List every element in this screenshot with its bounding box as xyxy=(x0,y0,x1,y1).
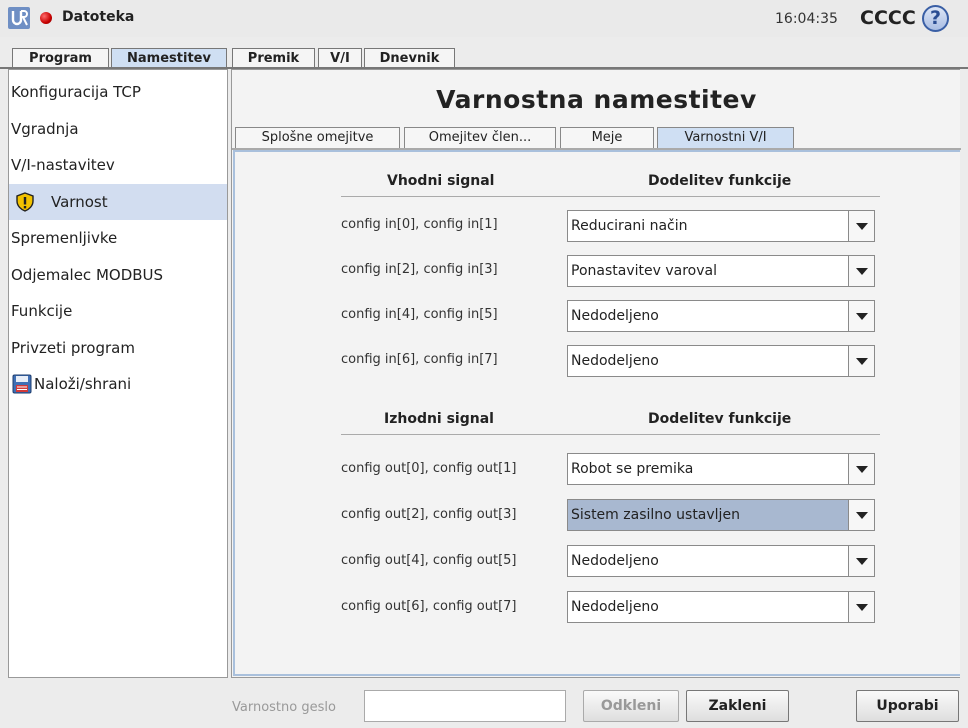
sidebar-item-spremenljivke[interactable]: Spremenljivke xyxy=(9,220,227,256)
input-signal-label: config in[6], config in[7] xyxy=(341,352,498,367)
input-function-header: Dodelitev funkcije xyxy=(648,173,792,189)
apply-button[interactable]: Uporabi xyxy=(856,690,959,722)
input-function-select[interactable]: Nedodeljeno xyxy=(567,345,875,377)
dropdown-arrow-icon[interactable] xyxy=(848,546,874,576)
output-signal-label: config out[0], config out[1] xyxy=(341,461,517,476)
unlock-button[interactable]: Odkleni xyxy=(583,690,679,722)
select-value: Reducirani način xyxy=(571,218,688,234)
select-value: Nedodeljeno xyxy=(571,599,659,615)
sidebar-item-label: Varnost xyxy=(51,193,108,211)
dropdown-arrow-icon[interactable] xyxy=(848,592,874,622)
sidebar-item-odjemalec-modbus[interactable]: Odjemalec MODBUS xyxy=(9,257,227,293)
file-menu[interactable]: Datoteka xyxy=(62,9,134,25)
sidebar-item-label: V/I-nastavitev xyxy=(11,156,115,174)
dropdown-arrow-icon[interactable] xyxy=(848,346,874,376)
password-label: Varnostno geslo xyxy=(232,700,336,715)
input-signal-header: Vhodni signal xyxy=(387,173,495,189)
floppy-disk-icon xyxy=(12,374,32,394)
help-icon[interactable]: ? xyxy=(922,5,949,32)
dropdown-arrow-icon[interactable] xyxy=(848,500,874,530)
tab-vi[interactable]: V/I xyxy=(318,48,362,68)
input-header-divider xyxy=(341,196,880,197)
top-bar: Datoteka 16:04:35 CCCC ? xyxy=(0,0,968,37)
sidebar-item-label: Privzeti program xyxy=(11,339,135,357)
tab-varnostni-vi[interactable]: Varnostni V/I xyxy=(657,127,794,148)
select-value: Nedodeljeno xyxy=(571,553,659,569)
content-panel: Varnostna namestitev Splošne omejitve Om… xyxy=(231,69,961,678)
tab-namestitev[interactable]: Namestitev xyxy=(111,48,227,68)
tab-omejitev-clenov[interactable]: Omejitev člen... xyxy=(404,127,556,148)
sidebar-item-label: Odjemalec MODBUS xyxy=(11,266,164,284)
select-value: Robot se premika xyxy=(571,461,694,477)
universal-robots-logo xyxy=(8,7,30,29)
sidebar-item-vi-nastavitev[interactable]: V/I-nastavitev xyxy=(9,147,227,183)
select-value: Ponastavitev varoval xyxy=(571,263,717,279)
dropdown-arrow-icon[interactable] xyxy=(848,256,874,286)
safety-io-panel: Vhodni signal Dodelitev funkcije config … xyxy=(233,150,960,676)
sidebar-item-label: Naloži/shrani xyxy=(34,375,132,393)
sidebar-item-label: Spremenljivke xyxy=(11,229,118,247)
output-signal-label: config out[2], config out[3] xyxy=(341,507,517,522)
sidebar-item-funkcije[interactable]: Funkcije xyxy=(9,293,227,329)
lock-button[interactable]: Zakleni xyxy=(686,690,789,722)
output-function-select[interactable]: Nedodeljeno xyxy=(567,591,875,623)
output-function-header: Dodelitev funkcije xyxy=(648,411,792,427)
password-input[interactable] xyxy=(364,690,566,722)
input-function-select[interactable]: Nedodeljeno xyxy=(567,300,875,332)
sidebar-item-nalozi-shrani[interactable]: Naloži/shrani xyxy=(9,366,227,402)
sidebar-item-label: Konfiguracija TCP xyxy=(11,83,141,101)
tab-splosne-omejitve[interactable]: Splošne omejitve xyxy=(235,127,400,148)
output-signal-label: config out[4], config out[5] xyxy=(341,553,517,568)
robot-name: CCCC xyxy=(860,7,916,29)
sidebar-item-label: Funkcije xyxy=(11,302,73,320)
sidebar-item-privzeti-program[interactable]: Privzeti program xyxy=(9,330,227,366)
warning-shield-icon xyxy=(16,192,34,212)
select-value: Sistem zasilno ustavljen xyxy=(571,507,740,523)
page-title: Varnostna namestitev xyxy=(436,85,757,114)
dropdown-arrow-icon[interactable] xyxy=(848,454,874,484)
sidebar-item-varnost[interactable]: Varnost xyxy=(9,184,227,220)
status-led-icon xyxy=(40,12,52,24)
select-value: Nedodeljeno xyxy=(571,353,659,369)
tab-meje[interactable]: Meje xyxy=(560,127,654,148)
output-signal-label: config out[6], config out[7] xyxy=(341,599,517,614)
input-function-select[interactable]: Ponastavitev varoval xyxy=(567,255,875,287)
clock: 16:04:35 xyxy=(775,11,838,27)
tab-premik[interactable]: Premik xyxy=(232,48,315,68)
output-function-select[interactable]: Nedodeljeno xyxy=(567,545,875,577)
tab-dnevnik[interactable]: Dnevnik xyxy=(364,48,455,68)
input-signal-label: config in[4], config in[5] xyxy=(341,307,498,322)
output-header-divider xyxy=(341,434,880,435)
sidebar-item-vgradnja[interactable]: Vgradnja xyxy=(9,111,227,147)
sidebar-item-label: Vgradnja xyxy=(11,120,79,138)
dropdown-arrow-icon[interactable] xyxy=(848,301,874,331)
input-signal-label: config in[2], config in[3] xyxy=(341,262,498,277)
tab-program[interactable]: Program xyxy=(12,48,109,68)
output-function-select[interactable]: Robot se premika xyxy=(567,453,875,485)
select-value: Nedodeljeno xyxy=(571,308,659,324)
input-signal-label: config in[0], config in[1] xyxy=(341,217,498,232)
output-function-select[interactable]: Sistem zasilno ustavljen xyxy=(567,499,875,531)
input-function-select[interactable]: Reducirani način xyxy=(567,210,875,242)
sidebar: Konfiguracija TCP Vgradnja V/I-nastavite… xyxy=(8,69,228,678)
dropdown-arrow-icon[interactable] xyxy=(848,211,874,241)
output-signal-header: Izhodni signal xyxy=(384,411,494,427)
sidebar-item-konfiguracija-tcp[interactable]: Konfiguracija TCP xyxy=(9,74,227,110)
